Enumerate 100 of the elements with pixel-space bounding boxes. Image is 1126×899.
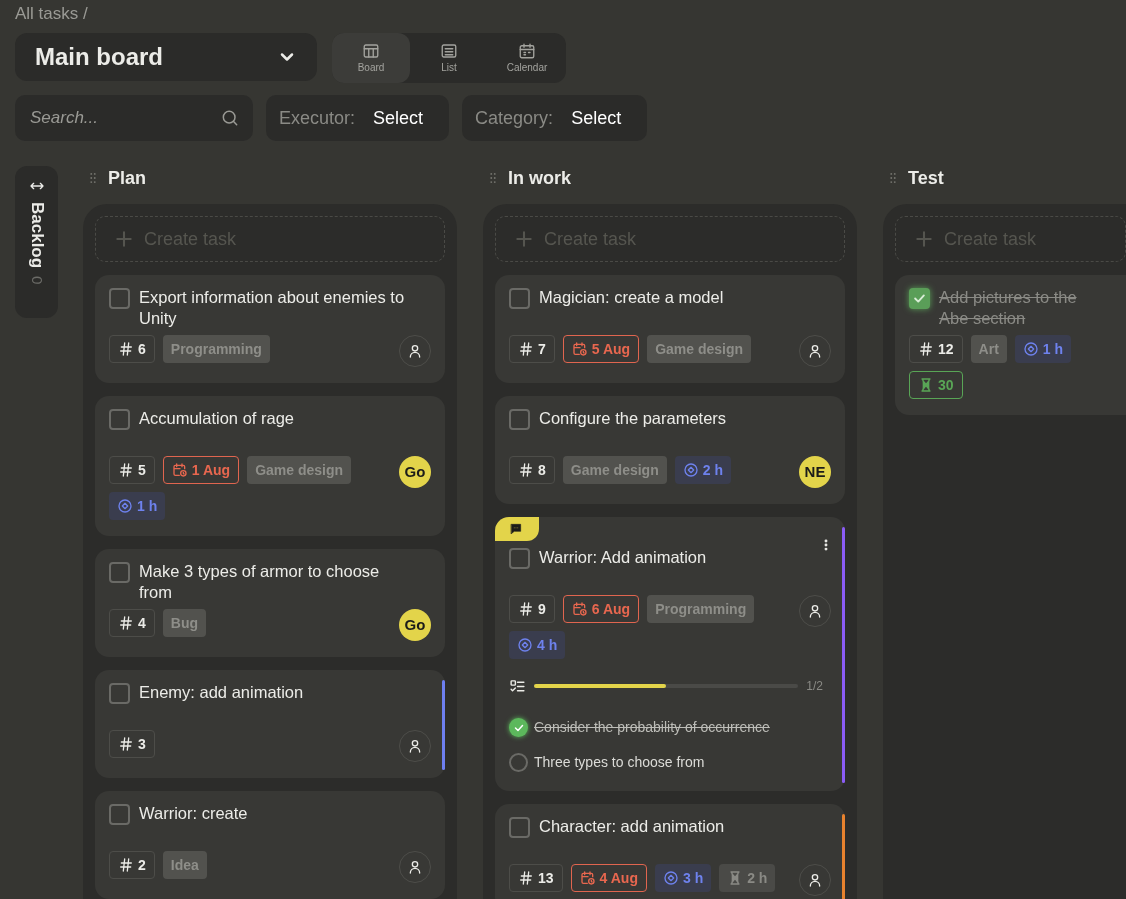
task-card[interactable]: Magician: create a model 7 5 Aug Game design — [495, 275, 845, 383]
backlog-toggle[interactable]: Backlog 0 — [15, 166, 58, 318]
category-tag: Bug — [162, 609, 206, 637]
target-icon — [517, 637, 533, 653]
task-number: 6 — [109, 335, 155, 363]
search-field[interactable]: Search... — [15, 95, 253, 141]
task-card[interactable]: Export information about enemies to Unity 6 Programming — [95, 275, 445, 383]
task-title: Magician: create a model — [539, 287, 724, 308]
task-title: Character: add animation — [539, 816, 725, 837]
due-date: 6 Aug — [562, 595, 640, 623]
hash-icon — [118, 462, 134, 478]
hash-icon — [518, 341, 534, 357]
task-card[interactable]: Warrior: create 2 Idea — [95, 791, 445, 899]
task-checkbox[interactable] — [509, 409, 530, 430]
task-card[interactable]: Make 3 types of armor to choose from 4 Bug Go — [95, 549, 445, 657]
task-checkbox[interactable] — [109, 804, 130, 825]
hash-icon — [118, 615, 134, 631]
user-avatar[interactable]: Go — [399, 456, 431, 488]
person-icon — [407, 738, 423, 754]
category-tag: Programming — [162, 335, 270, 363]
task-number: 12 — [909, 335, 963, 363]
task-title: Warrior: create — [139, 803, 248, 824]
category-tag: Programming — [647, 595, 755, 623]
person-icon — [807, 343, 823, 359]
view-tab[interactable]: Board — [332, 33, 410, 83]
comment-badge[interactable] — [495, 517, 539, 541]
task-checkbox[interactable] — [109, 409, 130, 430]
task-title: Make 3 types of armor to choose from — [139, 561, 381, 603]
hash-icon — [118, 736, 134, 752]
task-title: Add pictures to the Abe section — [939, 287, 1078, 329]
person-icon — [407, 859, 423, 875]
subtask-text: Consider the probability of occurrence — [534, 718, 770, 737]
task-card[interactable]: Configure the parameters 8 Game design 2 h NE — [495, 396, 845, 504]
progress-count: 1/2 — [806, 678, 823, 695]
task-title: Enemy: add animation — [139, 682, 304, 703]
task-checkbox[interactable] — [509, 548, 530, 569]
task-card[interactable]: Warrior: Add animation 9 6 Aug Programming 4 h 1/2 Consider the probability of occurrence Three types to choose from — [495, 517, 845, 791]
view-tab[interactable]: Calendar — [488, 33, 566, 83]
view-tab[interactable]: List — [410, 33, 488, 83]
board-selector[interactable]: Main board — [15, 33, 317, 81]
task-number: 7 — [509, 335, 555, 363]
task-checkbox[interactable] — [109, 562, 130, 583]
due-date: 1 Aug — [162, 456, 240, 484]
task-number: 9 — [509, 595, 555, 623]
column-title: In work — [508, 166, 571, 190]
hash-icon — [118, 341, 134, 357]
task-card[interactable]: Enemy: add animation 3 — [95, 670, 445, 778]
chat-icon — [509, 522, 523, 536]
column-title: Test — [908, 166, 944, 190]
category-tag: Game design — [247, 456, 352, 484]
task-checkbox[interactable] — [109, 288, 130, 309]
task-card[interactable]: Accumulation of rage 5 1 Aug Game design 1 h Go — [95, 396, 445, 536]
user-avatar[interactable]: NE — [799, 456, 831, 488]
time-spent: 2 h — [719, 864, 776, 892]
category-tag: Game design — [647, 335, 752, 363]
list-icon — [440, 42, 458, 60]
task-checkbox[interactable] — [909, 288, 930, 309]
task-title: Accumulation of rage — [139, 408, 294, 429]
filter-dropdown[interactable]: Category: Select — [462, 95, 648, 141]
due-date: 4 Aug — [570, 864, 647, 892]
target-icon — [662, 870, 679, 886]
hash-icon — [118, 857, 134, 873]
task-card[interactable]: Add pictures to the Abe section 12 Art 1 h 30 — [895, 275, 1126, 415]
person-icon — [407, 343, 423, 359]
calendar-icon — [518, 42, 536, 60]
task-checkbox[interactable] — [509, 288, 530, 309]
task-number: 8 — [509, 456, 555, 484]
task-checkbox[interactable] — [509, 817, 530, 838]
column-title: Plan — [108, 166, 146, 190]
plus-icon — [114, 229, 134, 249]
category-tag: Idea — [162, 851, 207, 879]
due-date: 5 Aug — [562, 335, 640, 363]
task-title: Export information about enemies to Unity — [139, 287, 406, 329]
person-icon — [807, 872, 823, 888]
hash-icon — [518, 870, 534, 886]
task-card[interactable]: Character: add animation 13 4 Aug 3 h 2 h — [495, 804, 845, 899]
calendar-clock-icon — [571, 601, 588, 617]
calendar-clock-icon — [579, 870, 596, 886]
time-estimate: 2 h — [674, 456, 731, 484]
hash-icon — [518, 462, 534, 478]
filter-dropdown[interactable]: Executor: Select — [266, 95, 450, 141]
task-checkbox[interactable] — [109, 683, 130, 704]
subtask-checkbox[interactable] — [509, 753, 528, 772]
task-number: 3 — [109, 730, 155, 758]
time-spent: 30 — [909, 371, 963, 399]
task-number: 2 — [109, 851, 155, 879]
category-tag: Art — [970, 335, 1007, 363]
user-avatar[interactable]: Go — [399, 609, 431, 641]
hash-icon — [518, 601, 534, 617]
time-estimate: 4 h — [509, 631, 566, 659]
target-icon — [117, 498, 133, 514]
hash-icon — [918, 341, 934, 357]
time-estimate: 3 h — [654, 864, 712, 892]
subtask-checkbox[interactable] — [509, 718, 528, 737]
calendar-clock-icon — [171, 462, 188, 478]
subtask-text: Three types to choose from — [534, 753, 705, 772]
plus-icon — [914, 229, 934, 249]
target-icon — [1022, 341, 1039, 357]
task-title: Configure the parameters — [539, 408, 727, 429]
calendar-clock-icon — [571, 341, 588, 357]
